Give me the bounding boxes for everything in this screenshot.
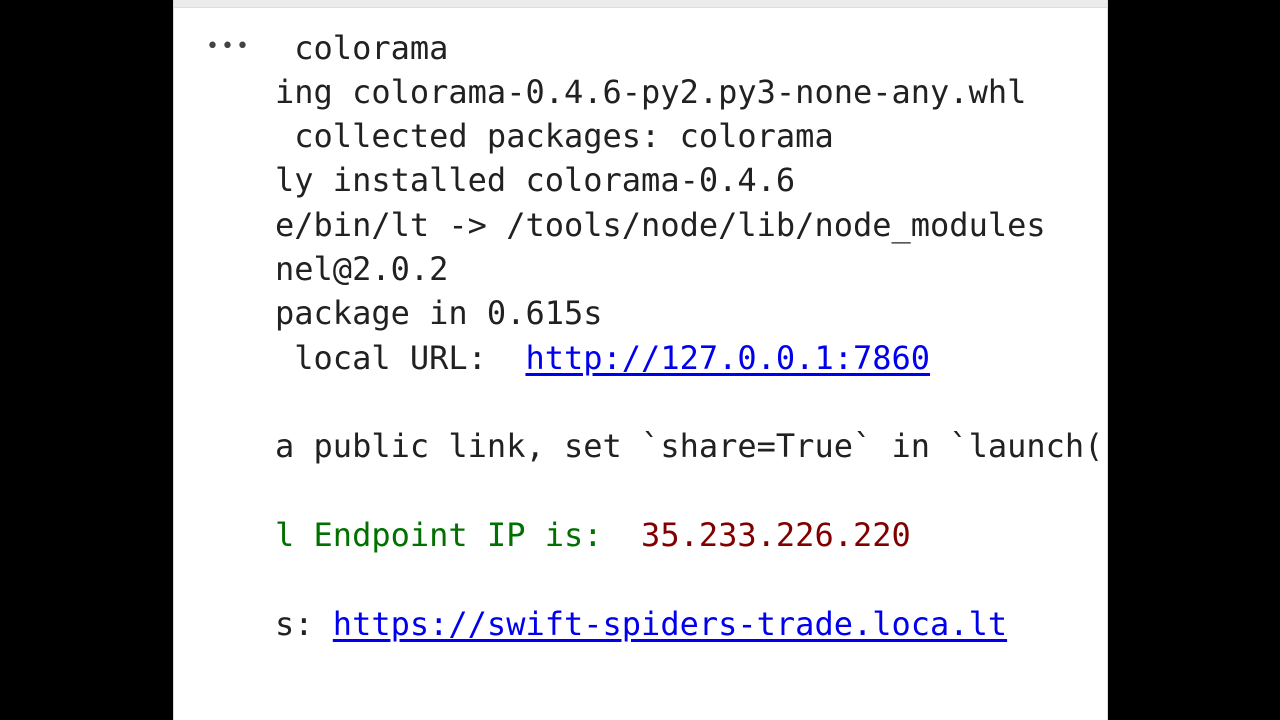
tunnel-url-line: s: https://swift-spiders-trade.loca.lt	[275, 602, 1007, 646]
panel-top-edge	[174, 0, 1107, 8]
tunnel-url-link[interactable]: https://swift-spiders-trade.loca.lt	[333, 605, 1007, 643]
local-url-label: local URL:	[275, 339, 526, 377]
endpoint-ip-value: 35.233.226.220	[641, 516, 911, 554]
output-line: colorama	[275, 29, 449, 67]
local-url-link[interactable]: http://127.0.0.1:7860	[525, 339, 930, 377]
output-line: a public link, set `share=True` in `laun…	[275, 427, 1100, 465]
output-line: ly installed colorama-0.4.6	[275, 161, 796, 199]
more-options-icon[interactable]: •••	[206, 36, 251, 58]
output-line: ing colorama-0.4.6-py2.py3-none-any.whl	[275, 73, 1027, 111]
endpoint-ip-line: l Endpoint IP is: 35.233.226.220	[275, 513, 911, 557]
tunnel-url-label: s:	[275, 605, 333, 643]
output-line: package in 0.615s	[275, 294, 603, 332]
local-url-line: local URL: http://127.0.0.1:7860	[275, 336, 930, 380]
cell-output-area: colorama ing colorama-0.4.6-py2.py3-none…	[275, 26, 1100, 706]
output-line: e/bin/lt -> /tools/node/lib/node_modules	[275, 206, 1046, 244]
endpoint-ip-label: l Endpoint IP is:	[275, 516, 642, 554]
output-line: nel@2.0.2	[275, 250, 449, 288]
output-line: collected packages: colorama	[275, 117, 834, 155]
